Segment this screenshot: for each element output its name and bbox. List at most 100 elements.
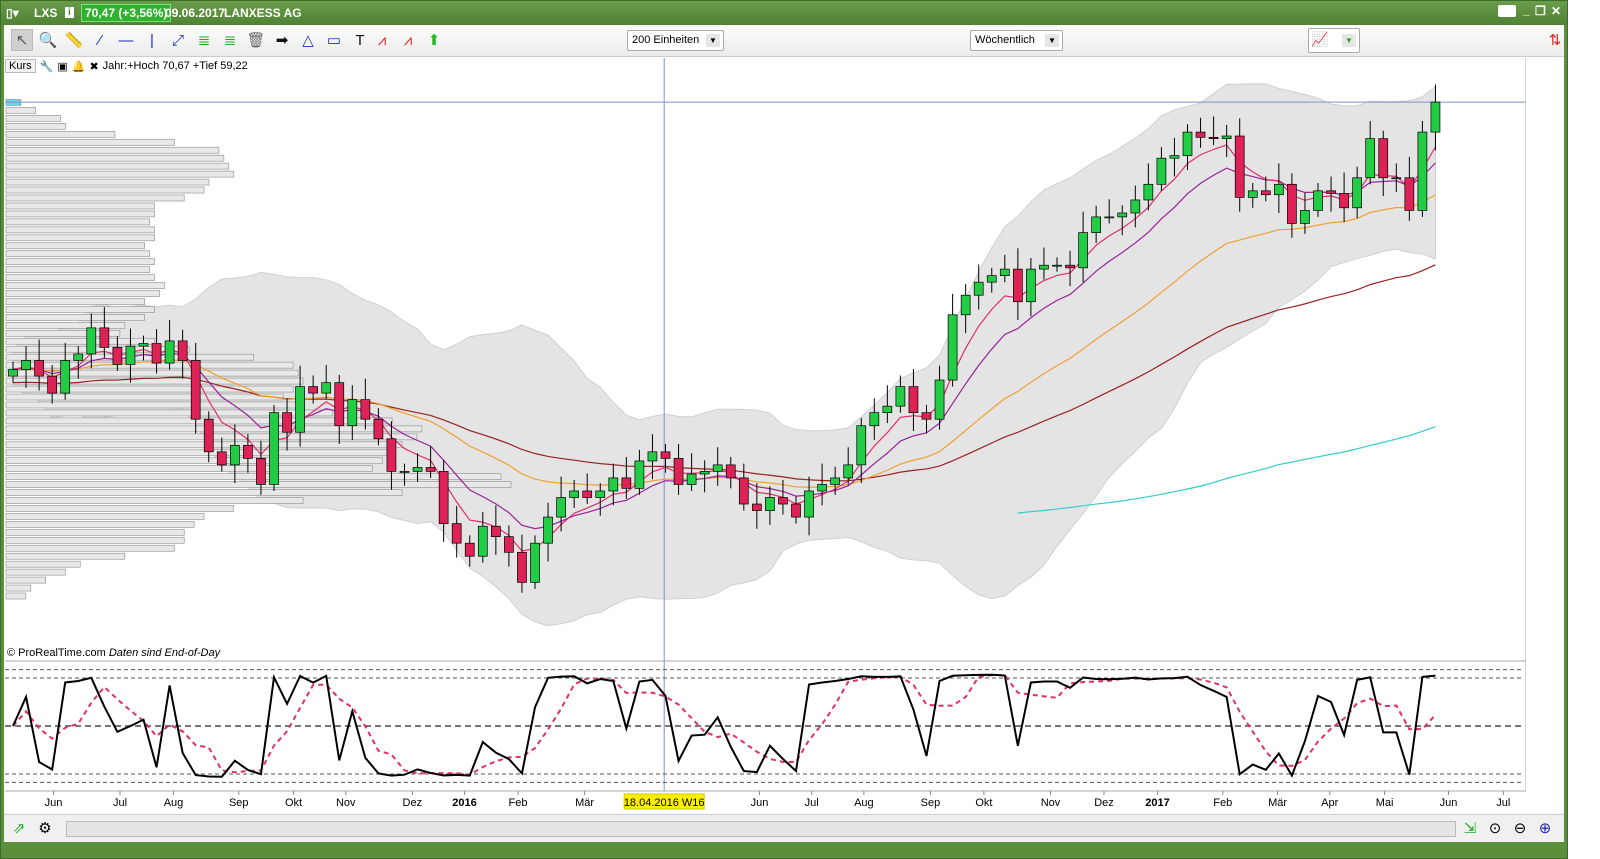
wrench-icon[interactable]: 🔧 (40, 60, 54, 73)
candle-body (230, 444, 240, 466)
trash-icon[interactable]: 🗑 (245, 29, 267, 51)
zoom-out-icon[interactable]: ⊖ (1509, 818, 1531, 840)
text-tool-icon[interactable]: T (349, 29, 371, 51)
volume-profile-bar (5, 218, 150, 226)
candle-body (347, 399, 358, 427)
candle-body (8, 369, 18, 377)
x-tick-label: Jul (113, 797, 127, 809)
fit-icon[interactable]: ⇲ (1459, 818, 1481, 840)
alert-bell-icon[interactable]: 🔔 (72, 60, 86, 73)
candle-body (608, 477, 619, 492)
candle-body (1195, 131, 1206, 138)
signal-tool-icon[interactable]: ⩘ (397, 29, 419, 51)
candle-body (1130, 199, 1141, 214)
triangle-tool-icon[interactable]: △ (297, 29, 319, 51)
price-chart[interactable]: 3035404550556570,3069,80065,82564,21459,… (5, 58, 1526, 814)
candle-body (712, 464, 723, 472)
candle-body (817, 484, 827, 492)
candle-body (1091, 216, 1102, 233)
x-tick-label: Sep (921, 797, 941, 809)
candle-body (804, 490, 814, 518)
candle-body (1417, 131, 1428, 211)
chart-type-icon[interactable]: ▯▾ (6, 6, 19, 20)
minimize-button[interactable]: _ (1523, 3, 1530, 17)
data-note: Daten sind End-of-Day (108, 647, 221, 659)
volume-profile-bar (5, 465, 373, 473)
vertical-line-tool-icon[interactable]: | (141, 29, 163, 51)
candle-body (778, 497, 788, 505)
volume-profile-bar (5, 322, 126, 329)
candle-body (843, 464, 854, 479)
volume-profile-bar (5, 361, 294, 369)
up-arrow-tool-icon[interactable]: ⬆ (423, 29, 445, 51)
candle-body (686, 473, 697, 485)
candle-body (725, 464, 736, 479)
candle-body (791, 503, 801, 518)
candle-body (321, 382, 332, 394)
candle-body (86, 327, 97, 355)
candle-settings-icon[interactable]: ⚙ (34, 818, 56, 840)
volume-profile-bar (5, 536, 185, 544)
x-tick-label: Aug (854, 797, 874, 809)
volume-profile-bar (5, 489, 403, 496)
candle-body (543, 516, 553, 544)
units-select[interactable]: 200 Einheiten ▼ (627, 30, 724, 51)
kurs-label[interactable]: Kurs (5, 59, 36, 73)
indicators-button[interactable]: 📈 ▼ (1308, 28, 1360, 53)
x-tick-label: Jun (1440, 797, 1458, 809)
period-select[interactable]: Wöchentlich ▼ (970, 30, 1063, 51)
volume-profile-bar (5, 210, 155, 218)
zoom-in-icon[interactable]: ⊕ (1534, 818, 1556, 840)
horizontal-scrollbar[interactable] (66, 821, 1456, 837)
zoom-tool-icon[interactable]: 🔍 (37, 29, 59, 51)
volume-profile-bar (5, 528, 185, 536)
candle-body (621, 477, 632, 489)
volume-profile-bar (5, 234, 155, 242)
close-button[interactable]: ✕ (1551, 4, 1561, 18)
close-indicator-icon[interactable]: ✖ (89, 60, 98, 73)
window-icon[interactable]: ▣ (57, 60, 67, 73)
candle-body (1365, 138, 1376, 179)
segment-tool-icon[interactable]: ⤢ (167, 29, 189, 51)
candle-body (504, 536, 514, 553)
side-panel-toggle-icon[interactable]: ⇅ (1544, 29, 1566, 51)
candle-body (451, 523, 462, 544)
keyboard-icon[interactable] (1498, 5, 1516, 17)
candle-body (751, 503, 762, 511)
trendline-tool-icon[interactable]: ⁄ (89, 29, 111, 51)
volume-profile-bar (5, 186, 205, 194)
horizontal-line-tool-icon[interactable]: — (115, 29, 137, 51)
chevron-down-icon: ▼ (1045, 34, 1059, 47)
volume-profile-bar (5, 592, 27, 600)
candle-body (425, 467, 436, 472)
candle-body (647, 451, 658, 462)
candle-body (491, 525, 501, 538)
fibonacci-tool-icon[interactable]: ≣ (219, 29, 241, 51)
candle-body (1052, 264, 1062, 267)
info-icon[interactable]: i (65, 7, 74, 18)
pattern-tool-icon[interactable]: ⩘ (371, 29, 393, 51)
quote-date: 09.06.2017 (165, 6, 226, 20)
channel-tool-icon[interactable]: ≣ (193, 29, 215, 51)
indicators-icon: 📈 (1311, 31, 1329, 47)
zoom-reset-icon[interactable]: ⊙ (1484, 818, 1506, 840)
candle-body (699, 471, 710, 475)
restore-button[interactable]: ❐ (1535, 4, 1546, 18)
x-tick-label: Sep (229, 797, 249, 809)
rectangle-tool-icon[interactable]: ▭ (323, 29, 345, 51)
candle-body (308, 386, 318, 394)
x-tick-label: Mai (1376, 797, 1394, 809)
arrow-tool-icon[interactable]: ➡ (271, 29, 293, 51)
x-tick-label: Nov (336, 797, 356, 809)
candle-body (60, 360, 71, 394)
export-icon[interactable]: ⇗ (8, 818, 30, 840)
x-tick-label: Nov (1041, 797, 1061, 809)
chevron-down-icon: ▼ (1342, 34, 1356, 47)
volume-profile-bar (5, 425, 423, 433)
volume-profile-bar (5, 266, 150, 273)
pointer-tool-icon[interactable]: ↖ (11, 29, 33, 51)
symbol[interactable]: LXS (34, 6, 57, 20)
candle-body (947, 314, 958, 381)
ruler-tool-icon[interactable]: 📏 (63, 29, 85, 51)
candle-body (151, 343, 162, 364)
